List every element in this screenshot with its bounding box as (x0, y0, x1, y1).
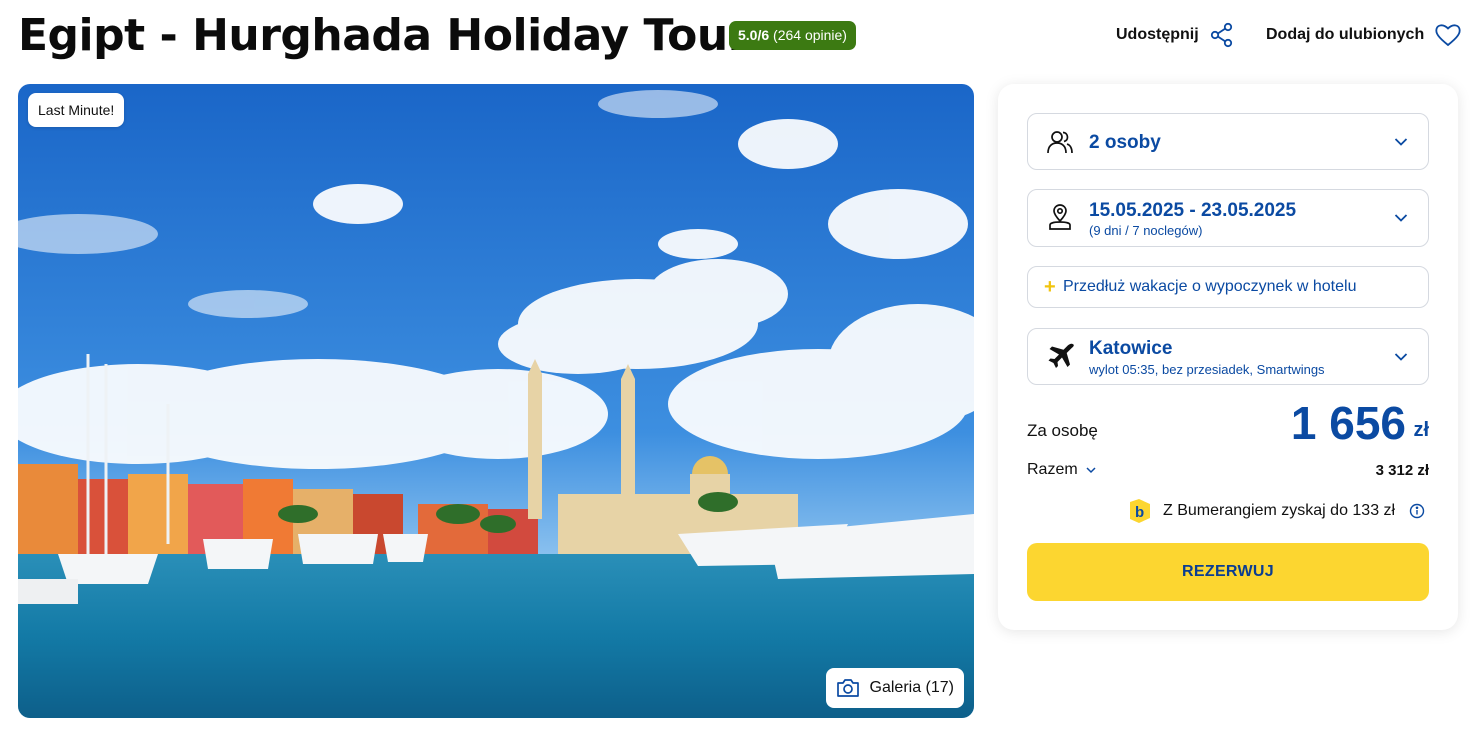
bumerang-text: Z Bumerangiem zyskaj do 133 zł (1163, 502, 1396, 519)
persons-value: 2 osoby (1089, 132, 1161, 153)
plus-icon: + (1044, 276, 1056, 298)
bumerang-logo-icon: b (1130, 499, 1150, 523)
last-minute-badge: Last Minute! (28, 93, 125, 127)
price-per-person: 1 656 (1290, 397, 1406, 449)
rating-score: 5.0/6 (738, 27, 770, 43)
price-currency: zł (1413, 419, 1429, 441)
departure-city: Katowice (1089, 338, 1173, 359)
share-icon (1210, 22, 1232, 48)
rating-count: (264 opinie) (773, 27, 847, 43)
dates-select[interactable]: 15.05.2025 - 23.05.2025 (9 dni / 7 nocle… (1027, 189, 1429, 247)
extend-holiday-button[interactable]: + Przedłuż wakacje o wypoczynek w hotelu (1027, 266, 1429, 308)
hero-photo[interactable]: Last Minute! Galeria (17) (18, 84, 974, 718)
share-label: Udostępnij (1116, 26, 1199, 43)
chevron-down-icon (1394, 214, 1408, 222)
extend-label: Przedłuż wakacje o wypoczynek w hotelu (1063, 278, 1357, 295)
gallery-label: Galeria (17) (869, 679, 954, 696)
svg-text:b: b (1135, 504, 1144, 521)
per-person-label: Za osobę (1027, 421, 1098, 440)
flight-details: wylot 05:35, bez przesiadek, Smartwings (1089, 362, 1325, 377)
chevron-down-icon (1086, 466, 1096, 473)
info-icon[interactable] (1409, 503, 1425, 519)
total-toggle[interactable]: Razem (1027, 461, 1096, 479)
reserve-button[interactable]: REZERWUJ (1027, 543, 1429, 601)
persons-icon (1047, 130, 1073, 153)
chevron-down-icon (1394, 352, 1408, 361)
chevron-down-icon (1394, 137, 1408, 146)
plane-icon (1048, 343, 1074, 368)
share-button[interactable]: Udostępnij (1116, 22, 1235, 48)
camera-icon (836, 679, 859, 697)
flight-select[interactable]: Katowice wylot 05:35, bez przesiadek, Sm… (1027, 328, 1429, 385)
booking-panel: 2 osoby 15.05.2025 - 23.05.2025 (9 dni /… (998, 84, 1458, 630)
persons-select[interactable]: 2 osoby (1027, 113, 1429, 170)
favorite-label: Dodaj do ulubionych (1266, 26, 1425, 43)
add-to-favorites-button[interactable]: Dodaj do ulubionych (1266, 22, 1462, 48)
gallery-button[interactable]: Galeria (17) (825, 668, 964, 708)
location-icon (1049, 204, 1071, 230)
page-title: Egipt - Hurghada Holiday Tour (18, 10, 749, 61)
bumerang-promo: b Z Bumerangiem zyskaj do 133 zł (1127, 498, 1425, 524)
hurghada-marina-image (18, 84, 974, 718)
dates-value: 15.05.2025 - 23.05.2025 (1089, 200, 1297, 221)
duration-value: (9 dni / 7 noclegów) (1089, 223, 1203, 238)
total-label: Razem (1027, 461, 1078, 478)
total-price: 3 312 zł (1375, 462, 1429, 479)
page-header: Egipt - Hurghada Holiday Tour 5.0/6 (264… (18, 0, 1461, 76)
heart-icon (1435, 24, 1461, 47)
rating-badge: 5.0/6 (264 opinie) (729, 21, 856, 50)
